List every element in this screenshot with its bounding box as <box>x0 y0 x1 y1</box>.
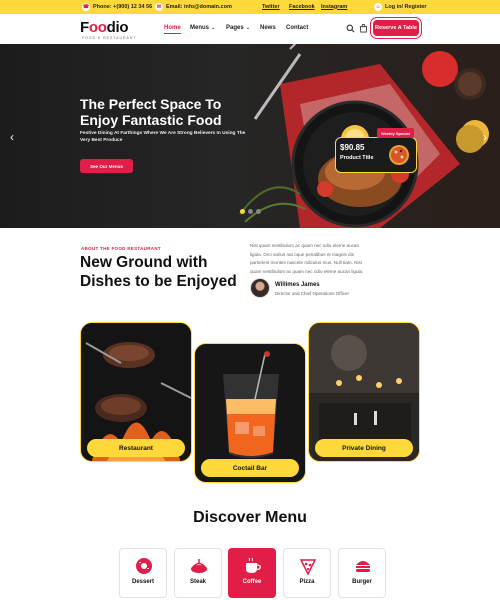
logo[interactable]: Foodio <box>80 19 129 36</box>
person-role: Director and Chief Operations Officer <box>275 291 349 296</box>
menu-tile-coffee[interactable]: Coffee <box>228 548 276 598</box>
login-text: Log in/ Register <box>385 4 427 10</box>
discover-menu-title: Discover Menu <box>193 509 307 526</box>
twitter-link[interactable]: Twitter <box>262 4 280 10</box>
about-title: New Ground with Dishes to be Enjoyed <box>80 254 237 290</box>
main-header: Foodio FOOD'S RESTAURANT Home Menus ⌄ Pag… <box>0 14 500 44</box>
chevron-left-icon[interactable]: ‹ <box>10 130 14 144</box>
coffee-icon <box>246 557 261 573</box>
phone-icon: ☎ <box>82 3 90 11</box>
logo-subtitle: FOOD'S RESTAURANT <box>82 36 137 40</box>
private-dining-label[interactable]: Private Dining <box>315 439 413 457</box>
donut-icon <box>136 558 152 574</box>
nav-menus[interactable]: Menus ⌄ <box>190 25 215 31</box>
reserve-table-button[interactable]: Reserve A Table <box>373 20 419 36</box>
chevron-right-icon[interactable]: › <box>483 130 487 144</box>
email-icon: ✉ <box>155 3 163 11</box>
see-menus-button[interactable]: See Our Menus <box>80 159 133 173</box>
pizza-icon <box>299 559 317 576</box>
menu-tile-label: Pizza <box>299 579 315 585</box>
special-price: $90.85 <box>340 143 365 152</box>
menu-tile-label: Coffee <box>242 579 262 585</box>
slide-dot[interactable] <box>240 209 245 214</box>
nav-news[interactable]: News <box>260 25 276 31</box>
nav-menus-label: Menus <box>190 25 210 31</box>
login-link[interactable]: ☺ Log in/ Register <box>374 3 427 11</box>
cocktail-bar-label[interactable]: Coctail Bar <box>201 459 299 477</box>
facebook-link[interactable]: Facebook <box>289 4 315 10</box>
menu-tile-pizza[interactable]: Pizza <box>283 548 331 598</box>
menu-tile-label: Steak <box>189 579 206 585</box>
nav-home[interactable]: Home <box>164 25 181 34</box>
email-text: Email: info@domain.com <box>166 4 232 10</box>
pizza-icon <box>389 145 409 165</box>
burger-icon <box>356 561 370 572</box>
email-info: ✉ Email: info@domain.com <box>155 3 232 11</box>
person-name: Willimes James <box>275 282 320 288</box>
section-kicker: ABOUT THE FOOD RESTAURANT <box>81 246 161 251</box>
weekly-special-badge: Weekly Special <box>377 128 414 138</box>
menu-tile-steak[interactable]: Steak <box>174 548 222 598</box>
special-product-title: Product Title <box>340 155 374 161</box>
avatar <box>250 278 270 298</box>
nav-pages[interactable]: Pages ⌄ <box>226 25 250 31</box>
slide-dot[interactable] <box>256 209 261 214</box>
hero-description: Festive Dining At Farthings Where We Are… <box>80 131 246 143</box>
nav-contact[interactable]: Contact <box>286 25 308 31</box>
nav-pages-label: Pages <box>226 25 244 31</box>
instagram-link[interactable]: Instagram <box>321 4 347 10</box>
menu-tile-label: Dessert <box>131 579 154 585</box>
top-bar: ☎ Phone: +(900) 12 34 56 ✉ Email: info@d… <box>0 0 500 14</box>
hero-slider: The Perfect Space To Enjoy Fantastic Foo… <box>0 44 500 228</box>
steak-icon <box>191 559 207 573</box>
slide-dot[interactable] <box>248 209 253 214</box>
about-paragraph: Nisl quam nestibulum ac quam nec odio el… <box>250 243 364 274</box>
search-icon[interactable] <box>346 24 355 33</box>
hero-title: The Perfect Space To Enjoy Fantastic Foo… <box>80 96 222 128</box>
menu-tile-burger[interactable]: Burger <box>338 548 386 598</box>
phone-info: ☎ Phone: +(900) 12 34 56 <box>82 3 152 11</box>
chevron-down-icon: ⌄ <box>211 25 216 31</box>
menu-tile-label: Burger <box>352 579 372 585</box>
slider-dots <box>240 209 261 214</box>
logo-text: Foodio <box>80 19 129 36</box>
user-icon: ☺ <box>374 3 382 11</box>
menu-tile-dessert[interactable]: Dessert <box>119 548 167 598</box>
cart-icon[interactable] <box>359 24 368 33</box>
hero-food-image <box>239 44 489 228</box>
phone-text: Phone: +(900) 12 34 56 <box>93 4 153 10</box>
restaurant-label[interactable]: Restaurant <box>87 439 185 457</box>
chevron-down-icon: ⌄ <box>245 25 250 31</box>
